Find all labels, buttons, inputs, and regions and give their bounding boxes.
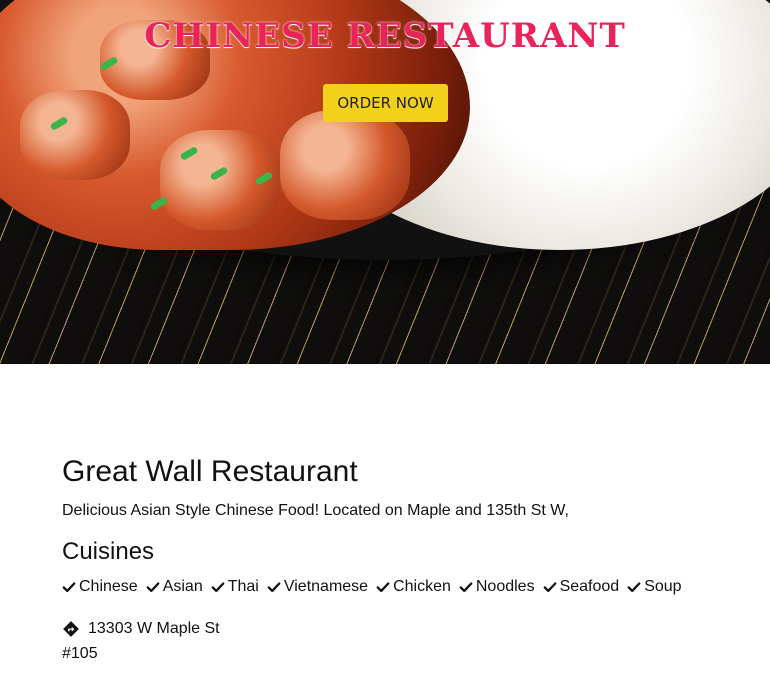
cuisine-item: Vietnamese bbox=[267, 574, 368, 599]
directions-icon bbox=[63, 620, 79, 637]
address-line-2: #105 bbox=[62, 645, 98, 662]
check-icon bbox=[459, 581, 473, 592]
check-icon bbox=[627, 581, 641, 592]
cuisine-item: Chinese bbox=[62, 574, 138, 599]
cuisine-item: Thai bbox=[211, 574, 259, 599]
chicken-piece bbox=[20, 90, 130, 180]
cuisine-label: Soup bbox=[644, 578, 682, 595]
order-now-button[interactable]: ORDER NOW bbox=[323, 84, 448, 122]
cuisine-item: Noodles bbox=[459, 574, 535, 599]
check-icon bbox=[211, 581, 225, 592]
chicken-piece bbox=[280, 110, 410, 220]
cuisine-item: Seafood bbox=[543, 574, 620, 599]
restaurant-info: Great Wall Restaurant Delicious Asian St… bbox=[62, 452, 742, 666]
hero-banner: CHINESE RESTAURANT ORDER NOW bbox=[0, 0, 770, 364]
cuisine-list: Chinese Asian Thai Vietnamese Chicken Noodles… bbox=[62, 574, 742, 599]
restaurant-name: Great Wall Restaurant bbox=[62, 455, 358, 488]
cuisine-label: Chicken bbox=[393, 578, 451, 595]
cuisine-label: Noodles bbox=[475, 578, 535, 595]
cuisine-item: Soup bbox=[627, 574, 682, 599]
restaurant-description: Delicious Asian Style Chinese Food! Loca… bbox=[62, 502, 569, 519]
cuisine-label: Asian bbox=[162, 578, 203, 595]
hero-title: CHINESE RESTAURANT bbox=[144, 16, 626, 56]
check-icon bbox=[146, 581, 160, 592]
address: 13303 W Maple St #105 bbox=[62, 616, 742, 666]
check-icon bbox=[543, 581, 556, 592]
cuisine-item: Asian bbox=[146, 574, 203, 599]
cuisine-label: Thai bbox=[227, 578, 259, 595]
cuisine-label: Vietnamese bbox=[283, 578, 369, 595]
check-icon bbox=[62, 581, 76, 592]
cuisine-item: Chicken bbox=[376, 574, 451, 599]
cuisines-heading: Cuisines bbox=[62, 538, 155, 565]
check-icon bbox=[267, 581, 281, 592]
cuisine-label: Chinese bbox=[79, 578, 138, 595]
address-line-1: 13303 W Maple St bbox=[88, 620, 220, 637]
check-icon bbox=[376, 581, 390, 592]
cuisine-label: Seafood bbox=[559, 578, 620, 595]
